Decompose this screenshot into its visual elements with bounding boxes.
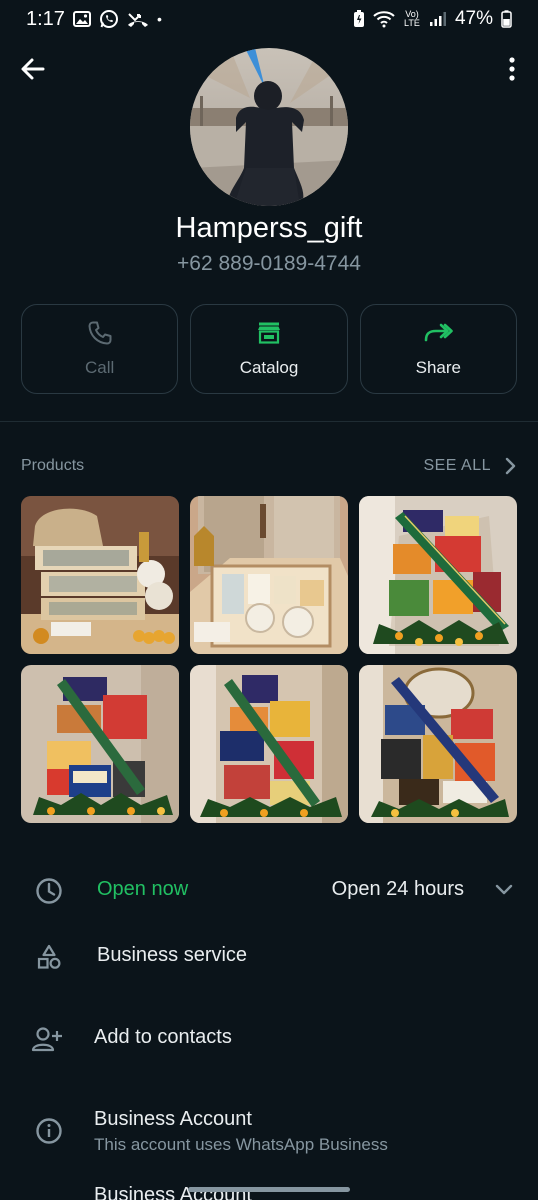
chevron-right-icon xyxy=(505,457,516,475)
open-now-status: Open now xyxy=(97,878,189,900)
action-buttons: Call Catalog Share xyxy=(21,304,517,394)
product-image xyxy=(359,665,517,823)
gallery-icon xyxy=(72,10,91,28)
volte-icon: Vo) LTE xyxy=(404,9,420,28)
business-service-row[interactable]: Business service xyxy=(0,938,538,974)
business-account-title: Business Account xyxy=(94,1108,252,1130)
home-indicator[interactable] xyxy=(188,1187,350,1192)
product-item[interactable] xyxy=(359,496,517,654)
product-item[interactable] xyxy=(21,665,179,823)
business-account-subtitle: This account uses WhatsApp Business xyxy=(94,1135,388,1154)
call-button[interactable]: Call xyxy=(21,304,179,394)
catalog-label: Catalog xyxy=(239,358,299,377)
clock: 1:17 xyxy=(26,7,65,30)
battery-saver-icon xyxy=(353,10,365,28)
more-options-button[interactable] xyxy=(502,52,522,86)
product-image xyxy=(190,496,348,654)
profile-name: Hamperss_gift xyxy=(175,212,363,244)
hours-text: Open 24 hours xyxy=(331,878,464,900)
status-bar: 1:17 • Vo) LTE 47% xyxy=(0,0,538,38)
profile-phone: +62 889-0189-4744 xyxy=(177,252,361,275)
info-icon xyxy=(34,1116,64,1146)
back-button[interactable] xyxy=(16,52,50,86)
product-image xyxy=(190,665,348,823)
more-vertical-icon xyxy=(509,57,515,81)
product-item[interactable] xyxy=(190,665,348,823)
battery-icon xyxy=(501,10,512,28)
phone-icon xyxy=(88,321,112,345)
add-to-contacts-row[interactable]: Add to contacts xyxy=(0,1020,538,1056)
notification-dot: • xyxy=(156,11,162,27)
products-header: Products SEE ALL xyxy=(21,452,517,480)
whatsapp-icon xyxy=(99,9,119,29)
catalog-button[interactable]: Catalog xyxy=(190,304,348,394)
signal-icon xyxy=(429,11,447,27)
chevron-down-icon[interactable] xyxy=(492,878,516,902)
products-title: Products xyxy=(21,457,85,474)
share-icon xyxy=(425,323,454,342)
product-item[interactable] xyxy=(359,665,517,823)
add-to-contacts-label: Add to contacts xyxy=(94,1026,232,1048)
profile-avatar[interactable] xyxy=(190,48,348,206)
share-label: Share xyxy=(415,358,461,377)
category-shapes-icon xyxy=(34,942,64,972)
call-label: Call xyxy=(85,358,115,377)
section-divider xyxy=(0,421,538,422)
back-arrow-icon xyxy=(21,58,45,80)
product-item[interactable] xyxy=(21,496,179,654)
share-button[interactable]: Share xyxy=(359,304,517,394)
add-person-icon xyxy=(30,1024,64,1054)
see-all-button[interactable]: SEE ALL xyxy=(423,457,517,475)
product-grid xyxy=(21,496,517,823)
business-account-row[interactable]: Business Account This account uses Whats… xyxy=(0,1104,538,1160)
clock-icon xyxy=(34,876,64,906)
product-item[interactable] xyxy=(190,496,348,654)
wifi-icon xyxy=(373,10,395,28)
battery-percent: 47% xyxy=(454,8,493,29)
store-icon xyxy=(257,322,280,344)
see-all-label: SEE ALL xyxy=(423,457,491,474)
business-service-label: Business service xyxy=(97,944,248,966)
product-image xyxy=(21,496,179,654)
product-image xyxy=(359,496,517,654)
product-image xyxy=(21,665,179,823)
business-hours-row[interactable]: Open now Open 24 hours xyxy=(0,872,538,908)
missed-call-icon xyxy=(127,10,149,28)
